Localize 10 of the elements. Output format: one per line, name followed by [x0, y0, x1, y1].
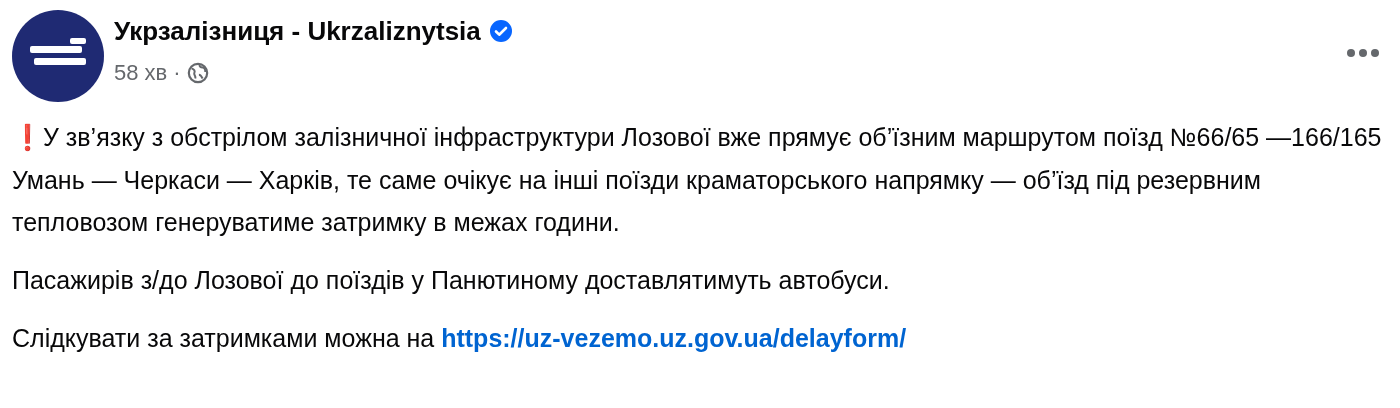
- post-paragraph: Слідкувати за затримками можна на https://uz-vezemo.uz.gov.ua/delayform/: [12, 323, 908, 354]
- separator-dot: ·: [173, 59, 181, 87]
- delay-form-link[interactable]: https://uz-vezemo.uz.gov.ua/delayform/: [441, 324, 907, 352]
- more-options-icon[interactable]: [1346, 48, 1380, 58]
- post-time[interactable]: 58 хв: [114, 56, 168, 89]
- post-paragraph: Пасажирів з/до Лозової до поїздів у Панютиному доставлятимуть автобуси.: [12, 265, 891, 296]
- globe-icon: [186, 61, 209, 84]
- logo-avatar-icon[interactable]: [12, 10, 104, 102]
- author-name[interactable]: Укрзалізниця - Ukrzaliznytsia: [114, 14, 481, 48]
- post-paragraph: ❗У зв’язку з обстрілом залізничної інфраструктури Лозової вже прямує об’їзним маршрутом поїзд №66/65 —166/165 Умань — Черкаси — Харків, те саме очікує на інші поїзди краматорського напрямку — об’їзд під резервним тепловозом генеруватиме затримку в межах години.: [12, 122, 1383, 238]
